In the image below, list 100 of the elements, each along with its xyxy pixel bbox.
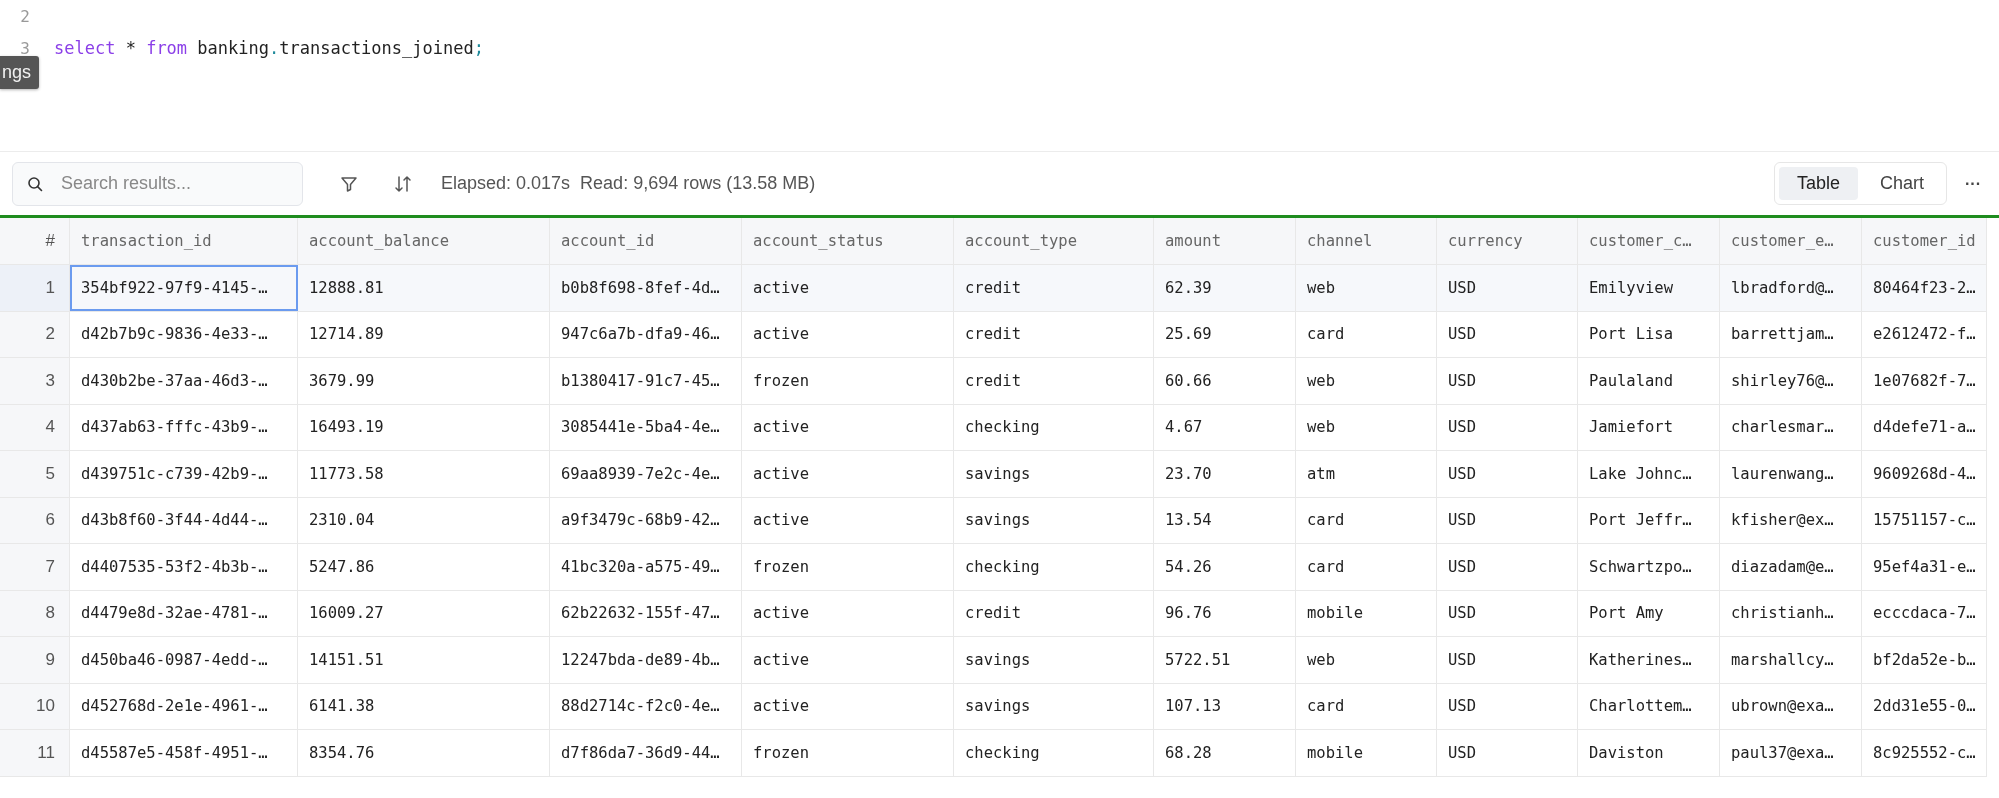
- table-cell: 3085441e-5ba4-4e…: [550, 404, 742, 450]
- table-cell: bf2da52e-b…: [1862, 637, 1987, 683]
- row-number[interactable]: 2: [0, 311, 70, 357]
- table-cell: USD: [1437, 544, 1578, 590]
- row-number[interactable]: 4: [0, 404, 70, 450]
- column-header[interactable]: customer_c…: [1578, 218, 1720, 264]
- row-number[interactable]: 9: [0, 637, 70, 683]
- table-cell: laurenwang…: [1720, 451, 1862, 497]
- table-cell: active: [742, 404, 954, 450]
- table-cell: USD: [1437, 265, 1578, 311]
- table-cell: mobile: [1296, 590, 1437, 636]
- table-cell: 68.28: [1154, 730, 1296, 776]
- table-cell: web: [1296, 358, 1437, 404]
- column-header[interactable]: customer_id: [1862, 218, 1987, 264]
- table-cell: USD: [1437, 451, 1578, 497]
- view-tab[interactable]: Table: [1778, 167, 1858, 200]
- table-cell: USD: [1437, 404, 1578, 450]
- table-cell: USD: [1437, 358, 1578, 404]
- table-cell: Emilyview: [1578, 265, 1720, 311]
- table-cell: christianh…: [1720, 590, 1862, 636]
- table-cell: 14151.51: [298, 637, 550, 683]
- row-number[interactable]: 5: [0, 451, 70, 497]
- table-cell: marshallcy…: [1720, 637, 1862, 683]
- row-number[interactable]: 6: [0, 497, 70, 543]
- table-cell: USD: [1437, 497, 1578, 543]
- table-cell: d45587e5-458f-4951-…: [70, 730, 298, 776]
- table-cell: 3679.99: [298, 358, 550, 404]
- table-cell: d43b8f60-3f44-4d44-…: [70, 497, 298, 543]
- table-cell: checking: [954, 730, 1154, 776]
- row-number[interactable]: 10: [0, 683, 70, 729]
- row-number[interactable]: 8: [0, 590, 70, 636]
- table-cell: active: [742, 683, 954, 729]
- table-cell: 69aa8939-7e2c-4e…: [550, 451, 742, 497]
- table-cell: USD: [1437, 683, 1578, 729]
- table-cell: savings: [954, 637, 1154, 683]
- search-icon[interactable]: [27, 175, 43, 192]
- table-cell: d452768d-2e1e-4961-…: [70, 683, 298, 729]
- table-cell: 354bf922-97f9-4145-…: [70, 265, 298, 311]
- column-header[interactable]: currency: [1437, 218, 1578, 264]
- table-cell: active: [742, 637, 954, 683]
- table-cell: e2612472-f…: [1862, 311, 1987, 357]
- code-line: select * from banking.transactions_joined;: [54, 38, 484, 58]
- sort-icon[interactable]: [393, 173, 413, 194]
- line-number: 3: [19, 38, 30, 58]
- table-cell: active: [742, 590, 954, 636]
- table-cell: Charlottem…: [1578, 683, 1720, 729]
- table-cell: 16009.27: [298, 590, 550, 636]
- table-cell: 12888.81: [298, 265, 550, 311]
- table-cell: d430b2be-37aa-46d3-…: [70, 358, 298, 404]
- row-number[interactable]: 7: [0, 544, 70, 590]
- table-cell: Katherines…: [1578, 637, 1720, 683]
- table-cell: savings: [954, 497, 1154, 543]
- table-cell: USD: [1437, 730, 1578, 776]
- table-cell: d4407535-53f2-4b3b-…: [70, 544, 298, 590]
- table-cell: 23.70: [1154, 451, 1296, 497]
- table-cell: 6141.38: [298, 683, 550, 729]
- table-cell: b0b8f698-8fef-4d…: [550, 265, 742, 311]
- column-header[interactable]: transaction_id: [70, 218, 298, 264]
- table-cell: active: [742, 311, 954, 357]
- column-header[interactable]: customer_e…: [1720, 218, 1862, 264]
- view-tab[interactable]: Chart: [1862, 167, 1942, 200]
- table-cell: d4479e8d-32ae-4781-…: [70, 590, 298, 636]
- search-field[interactable]: Search results...: [12, 161, 303, 206]
- table-cell: 15751157-c…: [1862, 497, 1987, 543]
- column-header[interactable]: account_type: [954, 218, 1154, 264]
- table-cell: ecccdaca-7…: [1862, 590, 1987, 636]
- table-cell: charlesmar…: [1720, 404, 1862, 450]
- table-cell: frozen: [742, 358, 954, 404]
- table-cell: 60.66: [1154, 358, 1296, 404]
- row-number[interactable]: 1: [0, 265, 70, 311]
- row-number[interactable]: 11: [0, 730, 70, 776]
- column-header[interactable]: amount: [1154, 218, 1296, 264]
- table-cell: frozen: [742, 544, 954, 590]
- table-cell: 12714.89: [298, 311, 550, 357]
- table-cell: 41bc320a-a575-49…: [550, 544, 742, 590]
- table-cell: b1380417-91c7-45…: [550, 358, 742, 404]
- table-cell: card: [1296, 311, 1437, 357]
- table-cell: USD: [1437, 637, 1578, 683]
- table-cell: Port Jeffr…: [1578, 497, 1720, 543]
- table-cell: mobile: [1296, 730, 1437, 776]
- table-cell: 5722.51: [1154, 637, 1296, 683]
- table-cell: diazadam@e…: [1720, 544, 1862, 590]
- table-cell: USD: [1437, 311, 1578, 357]
- column-header[interactable]: channel: [1296, 218, 1437, 264]
- table-cell: paul37@exa…: [1720, 730, 1862, 776]
- row-number[interactable]: 3: [0, 358, 70, 404]
- table-cell: d4defe71-a…: [1862, 404, 1987, 450]
- table-cell: 96.76: [1154, 590, 1296, 636]
- more-button[interactable]: ···: [1959, 170, 1987, 197]
- column-header[interactable]: account_balance: [298, 218, 550, 264]
- column-header[interactable]: account_id: [550, 218, 742, 264]
- table-cell: lbradford@…: [1720, 265, 1862, 311]
- table-cell: 8c925552-c…: [1862, 730, 1987, 776]
- table-cell: card: [1296, 683, 1437, 729]
- column-header[interactable]: account_status: [742, 218, 954, 264]
- table-cell: savings: [954, 683, 1154, 729]
- table-cell: 80464f23-2…: [1862, 265, 1987, 311]
- table-cell: 12247bda-de89-4b…: [550, 637, 742, 683]
- table-cell: ubrown@exa…: [1720, 683, 1862, 729]
- table-cell: kfisher@ex…: [1720, 497, 1862, 543]
